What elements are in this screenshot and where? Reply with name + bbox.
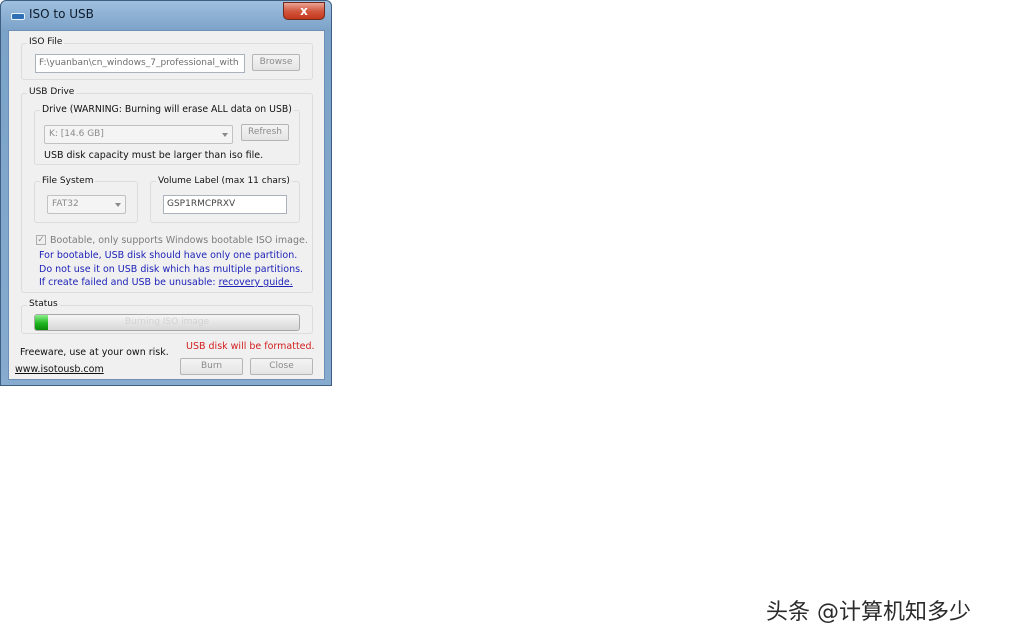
close-button[interactable]: Close <box>250 358 313 375</box>
browse-button[interactable]: Browse <box>252 54 300 71</box>
filesystem-select[interactable]: FAT32 <box>47 195 126 214</box>
website-link[interactable]: www.isotousb.com <box>15 364 104 376</box>
capacity-note: USB disk capacity must be larger than is… <box>44 150 264 161</box>
format-warning: USB disk will be formatted. <box>186 341 315 352</box>
iso-to-usb-window: ISO to USB x ISO File F:\yuanban\cn_wind… <box>0 0 332 386</box>
window-close-button[interactable]: x <box>283 2 325 20</box>
drive-warning-legend: Drive (WARNING: Burning will erase ALL d… <box>40 104 294 116</box>
volume-label-legend: Volume Label (max 11 chars) <box>156 175 292 187</box>
close-icon: x <box>300 4 308 18</box>
refresh-button[interactable]: Refresh <box>241 124 289 141</box>
drive-select[interactable]: K: [14.6 GB] <box>44 125 233 144</box>
title-bar[interactable]: ISO to USB x <box>1 1 331 29</box>
recovery-guide-link[interactable]: recovery guide. <box>219 277 293 288</box>
burn-progress-bar: Burning ISO image <box>34 314 300 331</box>
bootable-note-line2: Do not use it on USB disk which has mult… <box>39 264 304 275</box>
progress-status-text: Burning ISO image <box>124 317 210 327</box>
drive-select-value: K: [14.6 GB] <box>49 129 104 139</box>
window-title: ISO to USB <box>29 7 94 21</box>
volume-label-field[interactable]: GSP1RMCPRXV <box>163 195 287 214</box>
burn-button[interactable]: Burn <box>180 358 243 375</box>
bootable-checkbox[interactable]: ✓ <box>36 235 46 245</box>
status-legend: Status <box>27 299 60 310</box>
iso-path-field[interactable]: F:\yuanban\cn_windows_7_professional_wit… <box>35 54 245 73</box>
checkmark-icon: ✓ <box>37 235 45 245</box>
bootable-note-line1: For bootable, USB disk should have only … <box>39 250 298 261</box>
freeware-notice: Freeware, use at your own risk. <box>20 347 169 358</box>
filesystem-legend: File System <box>40 175 96 187</box>
bootable-note-line3: If create failed and USB be unusable: re… <box>39 277 293 289</box>
bootable-label[interactable]: Bootable, only supports Windows bootable… <box>50 235 308 247</box>
chevron-down-icon <box>115 203 121 207</box>
usb-drive-legend: USB Drive <box>27 87 77 98</box>
filesystem-select-value: FAT32 <box>52 199 79 209</box>
chevron-down-icon <box>222 133 228 137</box>
iso-file-legend: ISO File <box>27 37 65 48</box>
window-client-area: ISO File F:\yuanban\cn_windows_7_profess… <box>8 30 325 380</box>
failure-note: If create failed and USB be unusable: <box>39 277 216 288</box>
watermark-text: 头条 @计算机知多少 <box>766 600 971 625</box>
app-icon <box>11 13 25 20</box>
